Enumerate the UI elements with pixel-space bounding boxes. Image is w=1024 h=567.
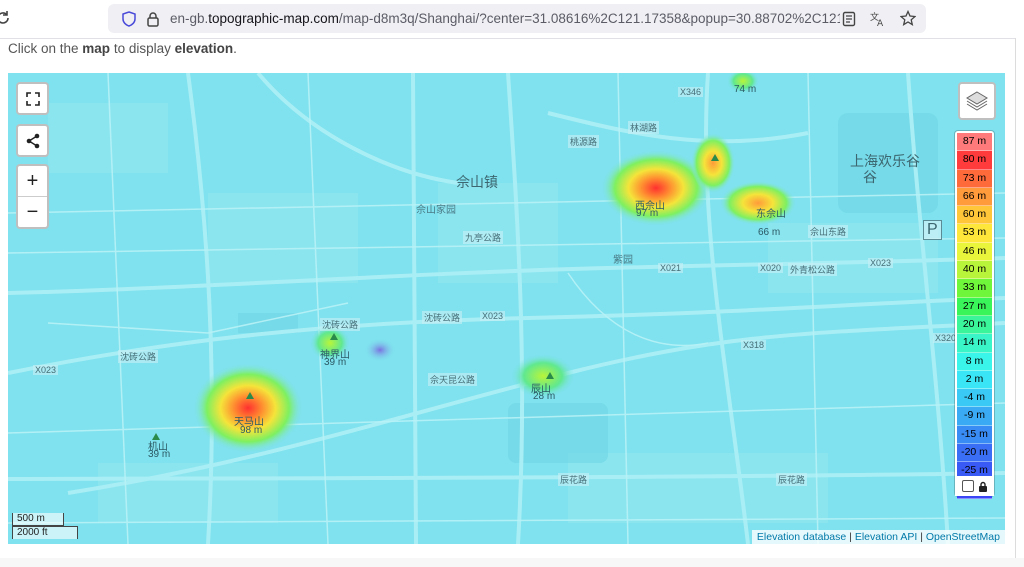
map-label-happy-valley-2: 谷: [863, 169, 877, 185]
map-label-shenzhuan-road: 沈砖公路: [320, 318, 361, 331]
legend-footer: [955, 476, 994, 496]
share-icon: [26, 133, 39, 148]
instruction-elevation-word: elevation: [174, 41, 234, 56]
map-label-x023-c: X023: [868, 258, 894, 268]
legend-entry: -4 m: [957, 389, 992, 408]
map-label-sheshan-town: 佘山镇: [456, 174, 498, 190]
map-label-chenhua-road-2: 辰花路: [776, 473, 808, 486]
layers-button[interactable]: [958, 82, 996, 120]
zoom-out-button[interactable]: −: [18, 197, 47, 227]
instruction-post: .: [233, 41, 237, 56]
url-domain: topographic-map.com: [208, 11, 339, 26]
topographic-map[interactable]: 佘山镇 上海欢乐谷 谷 西佘山 97 m 东佘山 66 m 天马山 98 m 神…: [8, 73, 1005, 544]
map-label-top-elev: 74 m: [734, 84, 757, 95]
layers-icon: [966, 91, 988, 111]
legend-entry: -9 m: [957, 407, 992, 426]
parking-icon: P: [923, 220, 942, 240]
zoom-in-button[interactable]: +: [18, 166, 47, 197]
instruction-mid: to display: [110, 41, 175, 56]
zoom-control: + −: [16, 164, 49, 229]
legend-entry: 40 m: [957, 261, 992, 280]
map-label-xisheshan-elev: 97 m: [636, 208, 659, 219]
legend-checkbox[interactable]: [961, 480, 974, 492]
map-label-x346: X346: [678, 87, 704, 97]
legend-entry: 46 m: [957, 242, 992, 262]
reader-view-icon[interactable]: [842, 11, 856, 27]
page-scroll-edge: [1015, 38, 1024, 558]
map-label-sheshan-home: 佘山家园: [416, 205, 456, 216]
legend-entry: 2 m: [957, 370, 992, 390]
map-label-jiuting-road: 九亭公路: [463, 231, 504, 244]
map-label-x021: X021: [658, 263, 684, 273]
map-label-x020: X020: [758, 263, 784, 273]
legend-entry: 73 m: [957, 169, 992, 188]
legend-entry: 87 m: [957, 133, 992, 152]
tracking-shield-icon[interactable]: [122, 11, 136, 27]
elevation-legend: 87 m 80 m 73 m 66 m 60 m 53 m 46 m 40 m 33 m 27 m…: [955, 131, 994, 499]
map-label-jishan-elev: 39 m: [148, 449, 171, 460]
map-scale: 500 m 2000 ft: [12, 513, 78, 539]
map-label-shenshan-elev: 39 m: [324, 357, 347, 368]
bookmark-star-icon[interactable]: [900, 10, 916, 26]
legend-entry: 53 m: [957, 224, 992, 243]
attribution-openstreetmap[interactable]: OpenStreetMap: [926, 531, 1000, 543]
map-label-zi-yuan: 紫园: [613, 255, 633, 266]
instruction-map-word: map: [82, 41, 111, 56]
map-label-sheshan-east: 佘山东路: [808, 225, 849, 238]
map-label-shenzhuan-road-3: 沈砖公路: [422, 311, 463, 324]
translate-icon[interactable]: 文 A: [870, 11, 886, 27]
legend-entry: 27 m: [957, 297, 992, 316]
legend-entry: 33 m: [957, 279, 992, 298]
map-label-shenzhuan-road-2: 沈砖公路: [118, 350, 159, 363]
legend-entry: 80 m: [957, 151, 992, 170]
map-instruction: Click on the map to display elevation.: [8, 41, 237, 56]
legend-entry: -15 m: [957, 425, 992, 445]
legend-entry: 14 m: [957, 334, 992, 353]
attribution-elevation-api[interactable]: Elevation API: [855, 531, 917, 543]
map-base-layer[interactable]: [8, 73, 1005, 544]
address-bar[interactable]: en-gb.topographic-map.com/map-d8m3q/Shan…: [108, 4, 926, 33]
fullscreen-button[interactable]: [16, 82, 49, 115]
legend-entry: 60 m: [957, 206, 992, 225]
legend-entry: -20 m: [957, 444, 992, 463]
map-label-dongsheshan: 东佘山: [756, 209, 786, 220]
url-path: /map-d8m3q/Shanghai/?center=31.08616%2C1…: [338, 11, 840, 26]
scale-imperial: 2000 ft: [12, 526, 78, 539]
attribution-elevation-database[interactable]: Elevation database: [757, 531, 846, 543]
toolbar-separator: [0, 38, 1024, 39]
map-label-chenshan-elev: 28 m: [533, 391, 556, 402]
map-label-waiqing: 外青松公路: [788, 263, 838, 276]
share-button[interactable]: [16, 124, 49, 157]
url-prefix: en-gb.: [170, 11, 209, 26]
map-label-x023-b: X023: [480, 311, 506, 321]
map-label-dongsheshan-elev: 66 m: [758, 227, 781, 238]
reload-icon[interactable]: [0, 9, 12, 27]
browser-toolbar: en-gb.topographic-map.com/map-d8m3q/Shan…: [0, 0, 1024, 38]
lock-icon[interactable]: [978, 481, 988, 492]
map-label-tianmashan-elev: 98 m: [240, 425, 263, 436]
map-attribution: Elevation database | Elevation API | Ope…: [751, 530, 1005, 544]
map-label-linhu-road: 林湖路: [628, 121, 660, 134]
legend-entry: 20 m: [957, 315, 992, 335]
url-text[interactable]: en-gb.topographic-map.com/map-d8m3q/Shan…: [170, 11, 840, 26]
map-label-x318: X318: [741, 340, 767, 350]
legend-entry: 66 m: [957, 187, 992, 207]
scale-metric: 500 m: [12, 513, 64, 526]
legend-entry: 8 m: [957, 352, 992, 371]
map-label-tao-road: 桃源路: [568, 135, 600, 148]
map-label-chenhua-road: 辰花路: [558, 473, 590, 486]
fullscreen-icon: [25, 91, 40, 106]
map-label-happy-valley: 上海欢乐谷: [850, 153, 920, 169]
map-label-x023-a: X023: [33, 365, 59, 375]
instruction-pre: Click on the: [8, 41, 83, 56]
lock-icon[interactable]: [146, 11, 160, 27]
page-bottom-bar: [0, 558, 1024, 567]
svg-text:A: A: [877, 19, 884, 27]
map-label-sheshan-road: 佘天昆公路: [428, 373, 478, 386]
